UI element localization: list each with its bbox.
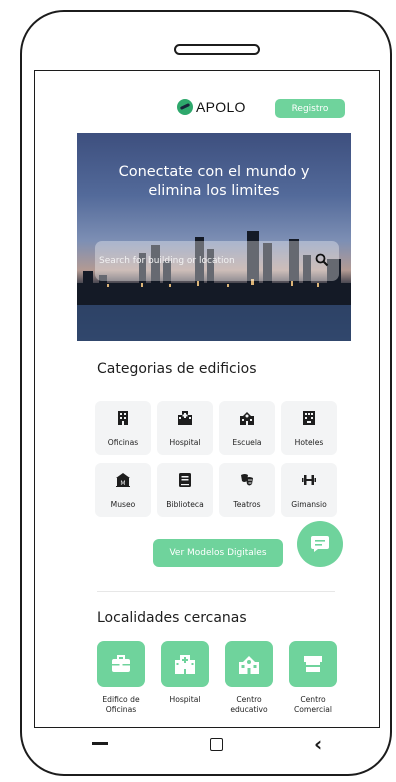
category-label: Gimansio <box>291 500 327 509</box>
nearby-hospital-card[interactable] <box>161 641 209 687</box>
phone-frame: APOLO Registro Conectate con el mundo y … <box>20 10 392 776</box>
hospital-icon <box>175 655 195 674</box>
hero-title-line1: Conectate con el mundo y <box>118 164 310 180</box>
category-school[interactable]: Escuela <box>219 401 275 455</box>
category-library[interactable]: Biblioteca <box>157 463 213 517</box>
store-icon <box>304 656 322 672</box>
view-digital-models-button[interactable]: Ver Modelos Digitales <box>153 539 283 567</box>
nearby-mall-card[interactable] <box>289 641 337 687</box>
nearby-label: Centro Comercial <box>281 695 345 714</box>
nearby-school-card[interactable] <box>225 641 273 687</box>
categories-title: Categorias de edificios <box>97 361 257 377</box>
nearby-label: Edifico de Oficinas <box>89 695 153 714</box>
hero-banner: Conectate con el mundo y elimina los lim… <box>77 133 351 341</box>
chat-icon <box>311 536 329 552</box>
logo[interactable]: APOLO <box>177 99 246 115</box>
category-offices[interactable]: Oficinas <box>95 401 151 455</box>
home-square-icon[interactable] <box>210 738 223 751</box>
category-gym[interactable]: Gimansio <box>281 463 337 517</box>
nearby-label-line: Edifico de <box>102 695 140 704</box>
app-header: APOLO Registro <box>77 71 355 129</box>
chat-button[interactable] <box>297 521 343 567</box>
category-label: Biblioteca <box>166 500 204 509</box>
category-museum[interactable]: M Museo <box>95 463 151 517</box>
category-label: Oficinas <box>107 438 139 447</box>
nearby-title: Localidades cercanas <box>97 610 247 626</box>
system-navigation-bar: ‹ <box>22 728 394 778</box>
dumbbell-icon <box>302 475 316 485</box>
section-divider <box>97 591 335 592</box>
nearby-label-line: Comercial <box>293 704 333 714</box>
theater-masks-icon <box>241 474 253 486</box>
briefcase-icon <box>112 655 130 672</box>
nearby-label: Centro educativo <box>217 695 281 714</box>
nearby-label-line: Centro <box>300 695 326 704</box>
phone-speaker <box>174 44 260 55</box>
svg-text:M: M <box>120 480 125 487</box>
hotel-icon <box>303 411 315 425</box>
nearby-label: Hospital <box>153 695 217 705</box>
office-building-icon <box>118 411 128 425</box>
category-label: Hoteles <box>294 438 324 447</box>
school-icon <box>239 656 259 674</box>
nearby-office-card[interactable] <box>97 641 145 687</box>
app-content: APOLO Registro Conectate con el mundo y … <box>77 71 355 727</box>
hero-title: Conectate con el mundo y elimina los lim… <box>87 163 341 201</box>
museum-icon: M <box>116 473 130 487</box>
category-label: Escuela <box>232 438 262 447</box>
app-screen: APOLO Registro Conectate con el mundo y … <box>34 70 380 728</box>
globe-icon <box>177 99 193 115</box>
logo-text: APOLO <box>196 99 246 115</box>
category-label: Museo <box>110 500 136 509</box>
search-bar <box>95 241 339 281</box>
nearby-label-line: educativo <box>230 704 268 714</box>
search-icon[interactable] <box>315 253 329 267</box>
school-icon <box>240 412 254 425</box>
hero-title-line2: elimina los limites <box>148 183 280 199</box>
menu-icon[interactable] <box>92 742 108 745</box>
search-input[interactable] <box>99 241 309 281</box>
category-theaters[interactable]: Teatros <box>219 463 275 517</box>
nearby-label-line: Hospital <box>169 695 201 704</box>
back-chevron-icon[interactable]: ‹ <box>314 734 322 754</box>
book-icon <box>179 473 191 487</box>
category-hotels[interactable]: Hoteles <box>281 401 337 455</box>
nearby-label-line: Centro <box>236 695 262 704</box>
hospital-icon <box>178 411 192 425</box>
nearby-label-line: Oficinas <box>105 704 137 714</box>
category-hospital[interactable]: Hospital <box>157 401 213 455</box>
category-label: Hospital <box>169 438 201 447</box>
category-label: Teatros <box>233 500 261 509</box>
register-button[interactable]: Registro <box>275 99 345 118</box>
